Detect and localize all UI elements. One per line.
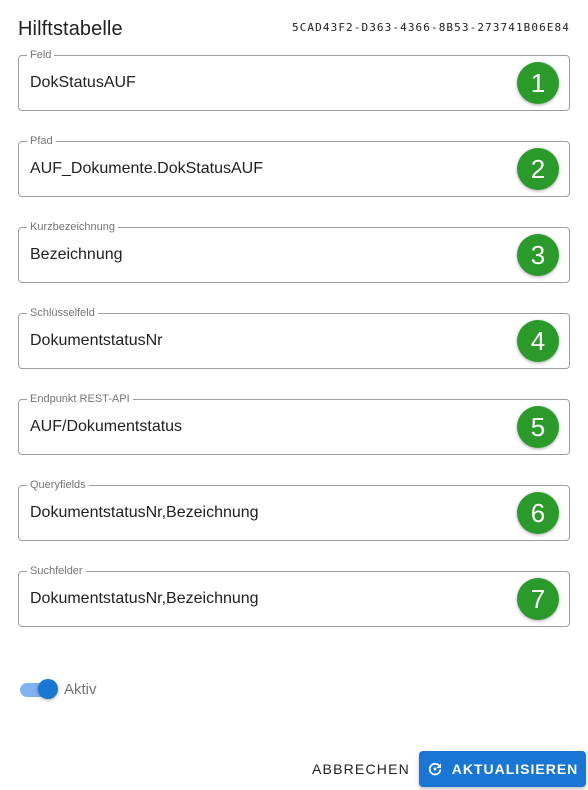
- field-suchfelder[interactable]: Suchfelder DokumentstatusNr,Bezeichnung …: [18, 564, 570, 627]
- field-label: Suchfelder: [27, 564, 86, 578]
- field-value[interactable]: Bezeichnung: [30, 245, 123, 265]
- dialog-title: Hilftstabelle: [18, 18, 123, 40]
- field-label: Kurzbezeichnung: [27, 220, 119, 234]
- aktiv-toggle-row: Aktiv: [20, 676, 97, 702]
- form-fields: Feld DokStatusAUF 1 Pfad AUF_Dokumente.D…: [18, 48, 570, 657]
- field-value[interactable]: AUF_Dokumente.DokStatusAUF: [30, 159, 263, 179]
- field-label: Queryfields: [27, 478, 89, 492]
- toggle-label: Aktiv: [64, 680, 97, 698]
- field-label: Endpunkt REST-API: [27, 392, 133, 406]
- number-badge: 4: [517, 320, 559, 362]
- aktiv-toggle-switch[interactable]: [20, 677, 58, 701]
- number-badge: 6: [517, 492, 559, 534]
- field-value[interactable]: DokumentstatusNr,Bezeichnung: [30, 503, 259, 523]
- field-label: Pfad: [27, 134, 56, 148]
- field-label: Feld: [27, 48, 55, 62]
- field-value[interactable]: AUF/Dokumentstatus: [30, 417, 182, 437]
- cancel-button-label: ABBRECHEN: [312, 761, 410, 777]
- field-schluesselfeld[interactable]: Schlüsselfeld DokumentstatusNr 4: [18, 306, 570, 369]
- field-label: Schlüsselfeld: [27, 306, 98, 320]
- cancel-button[interactable]: ABBRECHEN: [306, 753, 416, 785]
- toggle-thumb[interactable]: [38, 679, 58, 699]
- field-value[interactable]: DokStatusAUF: [30, 73, 136, 93]
- update-button-label: AKTUALISIEREN: [451, 761, 579, 777]
- field-value[interactable]: DokumentstatusNr: [30, 331, 163, 351]
- field-pfad[interactable]: Pfad AUF_Dokumente.DokStatusAUF 2: [18, 134, 570, 197]
- record-id: 5CAD43F2-D363-4366-8B53-273741B06E84: [291, 21, 570, 34]
- number-badge: 1: [517, 62, 559, 104]
- number-badge: 3: [517, 234, 559, 276]
- number-badge: 2: [517, 148, 559, 190]
- field-feld[interactable]: Feld DokStatusAUF 1: [18, 48, 570, 111]
- update-button[interactable]: AKTUALISIEREN: [419, 751, 586, 787]
- number-badge: 5: [517, 406, 559, 448]
- field-kurzbezeichnung[interactable]: Kurzbezeichnung Bezeichnung 3: [18, 220, 570, 283]
- field-endpunkt-rest-api[interactable]: Endpunkt REST-API AUF/Dokumentstatus 5: [18, 392, 570, 455]
- refresh-icon: [427, 761, 443, 777]
- number-badge: 7: [517, 578, 559, 620]
- field-value[interactable]: DokumentstatusNr,Bezeichnung: [30, 589, 259, 609]
- field-queryfields[interactable]: Queryfields DokumentstatusNr,Bezeichnung…: [18, 478, 570, 541]
